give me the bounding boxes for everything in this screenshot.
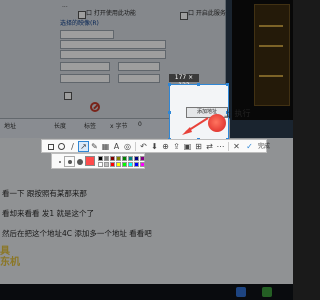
watermark-text: 具 [0,246,10,257]
color-swatch[interactable] [128,162,133,167]
gif-icon[interactable]: ▣ [183,142,192,151]
close-icon[interactable]: ✕ [232,142,241,151]
translate-icon[interactable]: ⇄ [205,142,214,151]
color-swatch[interactable] [98,156,103,161]
color-swatch[interactable] [134,156,139,161]
background-thumbnail [254,4,290,106]
stroke-size-medium[interactable] [64,156,75,167]
more-icon[interactable]: ⋯ [216,142,225,151]
grid-header: x 字节 [110,123,128,130]
done-button-label[interactable]: 完成 [258,142,270,151]
ellipse-tool-icon[interactable] [57,142,66,151]
background-window-strip [232,0,293,120]
transcript-area: 看一下 跟按照有某那来那 看却来看看 发1 就是这个了 然后在把这个地址4C 添… [0,138,293,300]
toolbar-divider [135,142,136,151]
taskbar-app-icon[interactable] [262,287,272,297]
dialog-row-5: 口 开启此服务 [188,10,226,17]
color-swatch[interactable] [134,162,139,167]
check-icon[interactable]: ✓ [245,142,254,151]
stroke-size-large[interactable] [75,157,84,166]
checkbox[interactable] [64,92,72,100]
color-swatch[interactable] [116,162,121,167]
transcript-line: 看一下 跟按照有某那来那 [2,189,87,198]
color-swatch[interactable] [98,162,103,167]
screenshot-toolbar: ∕ ↗ ✎ ▦ A ◎ ↶ ⬇ ⊕ ⇪ ▣ ⊞ ⇄ ⋯ ✕ ✓ 完成 [41,139,270,153]
dialog-row-1: ... [62,2,68,9]
color-swatch[interactable] [116,156,121,161]
color-swatch[interactable] [110,162,115,167]
dialog-row-3: 选择的映像(R) [60,20,99,27]
grid-header: 长度 [54,123,67,130]
arrow-tool-icon[interactable]: ↗ [78,141,89,152]
text-tool-icon[interactable]: A [112,142,121,151]
taskbar [0,284,293,300]
save-icon[interactable]: ⬇ [150,142,159,151]
color-swatch[interactable] [122,162,127,167]
dialog-field[interactable] [60,40,166,49]
color-swatch[interactable] [104,162,109,167]
cursor-marker [208,114,226,132]
highlight-tool-icon[interactable]: ◎ [123,142,132,151]
dialog-field[interactable] [118,62,160,71]
resize-handle[interactable] [226,83,229,86]
mosaic-tool-icon[interactable]: ▦ [101,142,110,151]
pin-icon[interactable]: ⊕ [161,142,170,151]
watermark-logo: 具 东机 [0,246,22,268]
selection-size-label: 177 × 123 [169,74,199,89]
stroke-size-small[interactable] [55,157,64,166]
brush-tool-icon[interactable]: ✎ [90,142,99,151]
grid-header: 标签 [84,123,97,130]
selected-color-swatch[interactable] [85,156,95,166]
checkbox[interactable] [78,11,86,19]
transcript-line: 然后在把这个地址4C 添加多一个地址 看看吧 [2,229,152,238]
transcript-line: 看却来看看 发1 就是这个了 [2,209,95,218]
ocr-icon[interactable]: ⊞ [194,142,203,151]
taskbar-app-icon[interactable] [236,287,246,297]
dialog-row-2: 口 打开使用此功能 [86,10,136,17]
blocked-icon [90,102,100,112]
rectangle-tool-icon[interactable] [46,142,55,151]
color-swatch[interactable] [122,156,127,161]
resize-handle[interactable] [197,83,200,86]
resize-handle[interactable] [168,111,171,114]
color-palette [51,153,145,169]
color-swatch[interactable] [140,162,145,167]
share-icon[interactable]: ⇪ [172,142,181,151]
watermark-text: 东机 [0,257,20,268]
dialog-field[interactable] [60,30,114,39]
dialog-field[interactable] [60,50,166,59]
grid-header: 0 [138,121,142,128]
color-swatch[interactable] [104,156,109,161]
undo-icon[interactable]: ↶ [139,142,148,151]
dialog-field[interactable] [60,62,110,71]
resize-handle[interactable] [168,83,171,86]
dialog-field[interactable] [60,74,110,83]
color-swatch[interactable] [128,156,133,161]
screen: ... 口 打开使用此功能 选择的映像(R) 口 开启此服务 地址 长度 标签 … [0,0,293,300]
toolbar-divider [228,142,229,151]
checkbox[interactable] [180,12,188,20]
color-swatch[interactable] [110,156,115,161]
color-swatch[interactable] [140,156,145,161]
pen-tool-icon[interactable]: ∕ [68,142,77,151]
dialog-field[interactable] [118,74,160,83]
grid-header: 地址 [4,123,17,130]
